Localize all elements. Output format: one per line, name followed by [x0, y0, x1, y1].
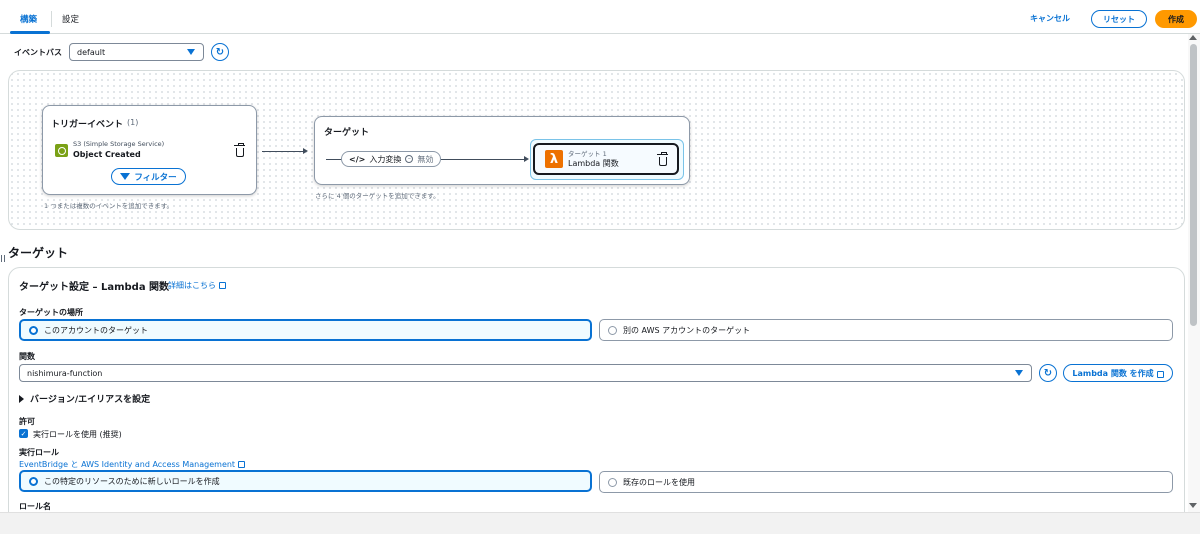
- input-transform-pill[interactable]: </> 入力変換 – 無効: [341, 151, 442, 167]
- role-info-link[interactable]: EventBridge と AWS Identity and Access Ma…: [19, 459, 246, 470]
- trigger-event-name: Object Created: [73, 150, 141, 159]
- s3-service-icon: [55, 144, 68, 157]
- chevron-down-icon: [187, 49, 195, 55]
- trash-icon[interactable]: [234, 143, 245, 157]
- chevron-down-icon: [1015, 370, 1023, 376]
- external-link-icon: [238, 461, 246, 468]
- connector-line: [441, 159, 525, 160]
- location-option-label: このアカウントのターゲット: [44, 325, 148, 335]
- location-option-this-account[interactable]: このアカウントのターゲット: [19, 319, 592, 341]
- location-label: ターゲットの場所: [19, 308, 83, 317]
- scrollbar-thumb[interactable]: [1190, 44, 1197, 326]
- tab-build[interactable]: 構築: [20, 13, 37, 25]
- role-option-label: 既存のロールを使用: [623, 477, 695, 487]
- radio-unselected-icon: [608, 477, 617, 487]
- create-lambda-label: Lambda 関数 を作成: [1072, 368, 1154, 378]
- function-label: 関数: [19, 352, 35, 361]
- section-title: ターゲット: [8, 246, 69, 260]
- version-alias-expander[interactable]: バージョン/エイリアスを設定: [19, 392, 150, 405]
- radio-selected-icon: [29, 476, 38, 486]
- info-link[interactable]: 詳細はこちら: [168, 280, 226, 291]
- panel-title: ターゲット設定 – Lambda 関数: [19, 282, 170, 293]
- active-tab-indicator: [10, 31, 50, 34]
- refresh-icon[interactable]: ↻: [1039, 364, 1057, 382]
- connector-line: [262, 151, 306, 152]
- top-tab-bar: 構築 設定 キャンセル リセット 作成: [0, 0, 1200, 34]
- trigger-count: (1): [127, 118, 139, 127]
- scroll-down-icon[interactable]: [1189, 503, 1197, 508]
- event-bus-select[interactable]: default: [69, 43, 204, 61]
- role-option-existing[interactable]: 既存のロールを使用: [599, 471, 1173, 493]
- use-role-checkbox[interactable]: ✓: [19, 429, 28, 438]
- function-value: nishimura-function: [27, 368, 103, 378]
- connector-line: [326, 159, 342, 160]
- target-settings-panel: [8, 267, 1185, 534]
- filter-button[interactable]: フィルター: [111, 168, 186, 185]
- role-label: 実行ロール: [19, 448, 59, 457]
- role-option-label: この特定のリソースのために新しいロールを作成: [44, 476, 220, 486]
- location-option-label: 別の AWS アカウントのターゲット: [623, 325, 751, 335]
- target-name: Lambda 関数: [568, 159, 619, 168]
- target-hint: さらに 4 個のターゲットを追加できます。: [315, 192, 440, 200]
- drag-handle-icon[interactable]: [1, 255, 5, 262]
- trigger-hint: 1 つまたは複数のイベントを追加できます。: [44, 202, 174, 210]
- arrow-right-icon: [303, 148, 308, 154]
- role-name-label: ロール名: [19, 502, 51, 511]
- create-lambda-button[interactable]: Lambda 関数 を作成: [1063, 364, 1173, 382]
- target-number: ターゲット 1: [568, 150, 607, 158]
- transform-label: 入力変換: [369, 154, 402, 164]
- arrow-right-icon: [524, 156, 529, 162]
- permission-label: 許可: [19, 417, 35, 426]
- lambda-icon: λ: [545, 150, 563, 168]
- tab-divider: [51, 11, 52, 27]
- reset-button[interactable]: リセット: [1091, 10, 1147, 28]
- external-link-icon: [219, 282, 226, 289]
- info-link-text: 詳細はこちら: [168, 281, 216, 290]
- tab-settings[interactable]: 設定: [62, 13, 79, 25]
- scroll-up-icon[interactable]: [1189, 35, 1197, 40]
- bottom-bar: [0, 512, 1200, 534]
- use-role-checkbox-label: 実行ロールを使用 (推奨): [33, 430, 122, 439]
- function-select[interactable]: nishimura-function: [19, 364, 1032, 382]
- target-group-title: ターゲット: [324, 128, 370, 138]
- external-link-icon: [1156, 370, 1164, 378]
- create-button[interactable]: 作成: [1155, 10, 1197, 28]
- role-info-link-text: EventBridge と AWS Identity and Access Ma…: [19, 460, 236, 469]
- event-bus-value: default: [77, 47, 106, 57]
- funnel-icon: [120, 173, 131, 180]
- radio-unselected-icon: [608, 325, 617, 335]
- trigger-service: S3 (Simple Storage Service): [73, 140, 165, 148]
- trash-icon[interactable]: [657, 152, 668, 166]
- code-icon: </>: [349, 154, 366, 164]
- caret-right-icon: [19, 394, 24, 403]
- filter-label: フィルター: [134, 172, 177, 183]
- event-bus-label: イベントバス: [14, 48, 62, 57]
- role-option-new[interactable]: この特定のリソースのために新しいロールを作成: [19, 470, 592, 492]
- transform-status: 無効: [417, 154, 434, 164]
- radio-selected-icon: [29, 325, 38, 335]
- refresh-icon[interactable]: ↻: [211, 43, 229, 61]
- disabled-icon: –: [405, 155, 414, 163]
- version-alias-label: バージョン/エイリアスを設定: [30, 395, 151, 405]
- cancel-button[interactable]: キャンセル: [1030, 13, 1070, 24]
- location-option-other-account[interactable]: 別の AWS アカウントのターゲット: [599, 319, 1173, 341]
- trigger-title: トリガーイベント: [51, 120, 124, 130]
